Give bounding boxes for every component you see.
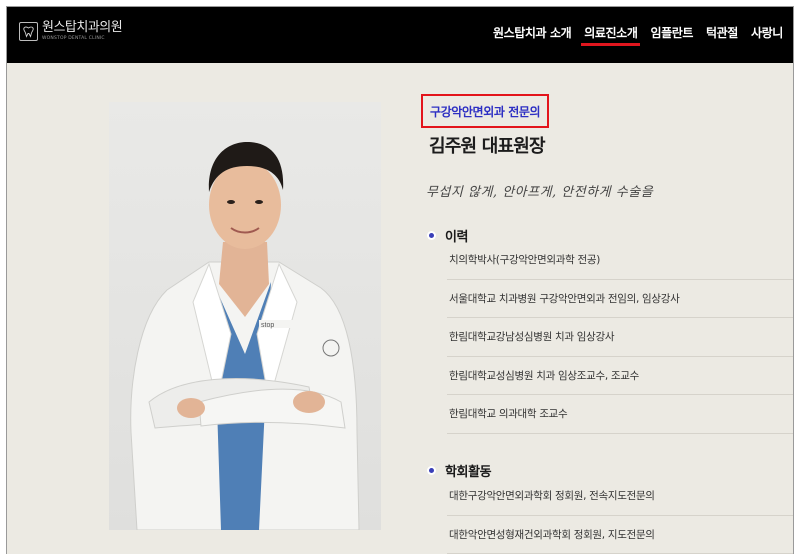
list-item: 대한구강악안면외과학회 정회원, 전속지도전문의 xyxy=(447,477,793,516)
specialty-label: 구강악안면외과 전문의 xyxy=(430,104,541,119)
logo-subtitle: WONSTOP DENTAL CLINIC xyxy=(42,35,105,41)
doctor-name: 김주원 대표원장 xyxy=(429,136,546,157)
browser-viewport: 원스탑치과의원 WONSTOP DENTAL CLINIC 원스탑치과 소개 의… xyxy=(6,6,794,554)
doctor-slogan: 무섭지 않게, 안아프게, 안전하게 수술을 xyxy=(426,185,654,200)
nav-item-implant[interactable]: 임플란트 xyxy=(650,24,693,44)
bullet-icon xyxy=(427,466,436,475)
bullet-icon xyxy=(427,231,436,240)
specialty-highlight: 구강악안면외과 전문의 xyxy=(421,94,550,128)
list-item: 치의학박사(구강악안면외과학 전공) xyxy=(447,241,793,280)
nav-item-tmj[interactable]: 턱관절 xyxy=(706,24,738,44)
list-item: 한림대학교 의과대학 조교수 xyxy=(447,395,793,434)
logo-name: 원스탑치과의원 xyxy=(42,19,123,35)
nav-item-about[interactable]: 원스탑치과 소개 xyxy=(493,24,572,44)
tooth-icon xyxy=(19,21,38,41)
svg-text:stop: stop xyxy=(261,322,274,329)
main-nav: 원스탑치과 소개 의료진소개 임플란트 턱관절 사랑니 xyxy=(493,24,793,46)
career-list: 치의학박사(구강악안면외과학 전공) 서울대학교 치과병원 구강악안면외과 전임… xyxy=(447,241,793,434)
site-header: 원스탑치과의원 WONSTOP DENTAL CLINIC 원스탑치과 소개 의… xyxy=(7,7,793,63)
list-item: 서울대학교 치과병원 구강악안면외과 전임의, 임상강사 xyxy=(447,280,793,318)
site-logo[interactable]: 원스탑치과의원 WONSTOP DENTAL CLINIC xyxy=(19,17,139,45)
nav-item-doctors[interactable]: 의료진소개 xyxy=(581,24,641,46)
nav-item-wisdom-tooth[interactable]: 사랑니 xyxy=(751,24,783,44)
society-list: 대한구강악안면외과학회 정회원, 전속지도전문의 대한악안면성형재건외과학회 정… xyxy=(447,477,793,554)
doctor-photo: stop xyxy=(109,102,381,530)
list-item: 한림대학교강남성심병원 치과 임상강사 xyxy=(447,318,793,357)
list-item: 대한악안면성형재건외과학회 정회원, 지도전문의 xyxy=(447,516,793,554)
list-item: 한림대학교성심병원 치과 임상조교수, 조교수 xyxy=(447,357,793,395)
